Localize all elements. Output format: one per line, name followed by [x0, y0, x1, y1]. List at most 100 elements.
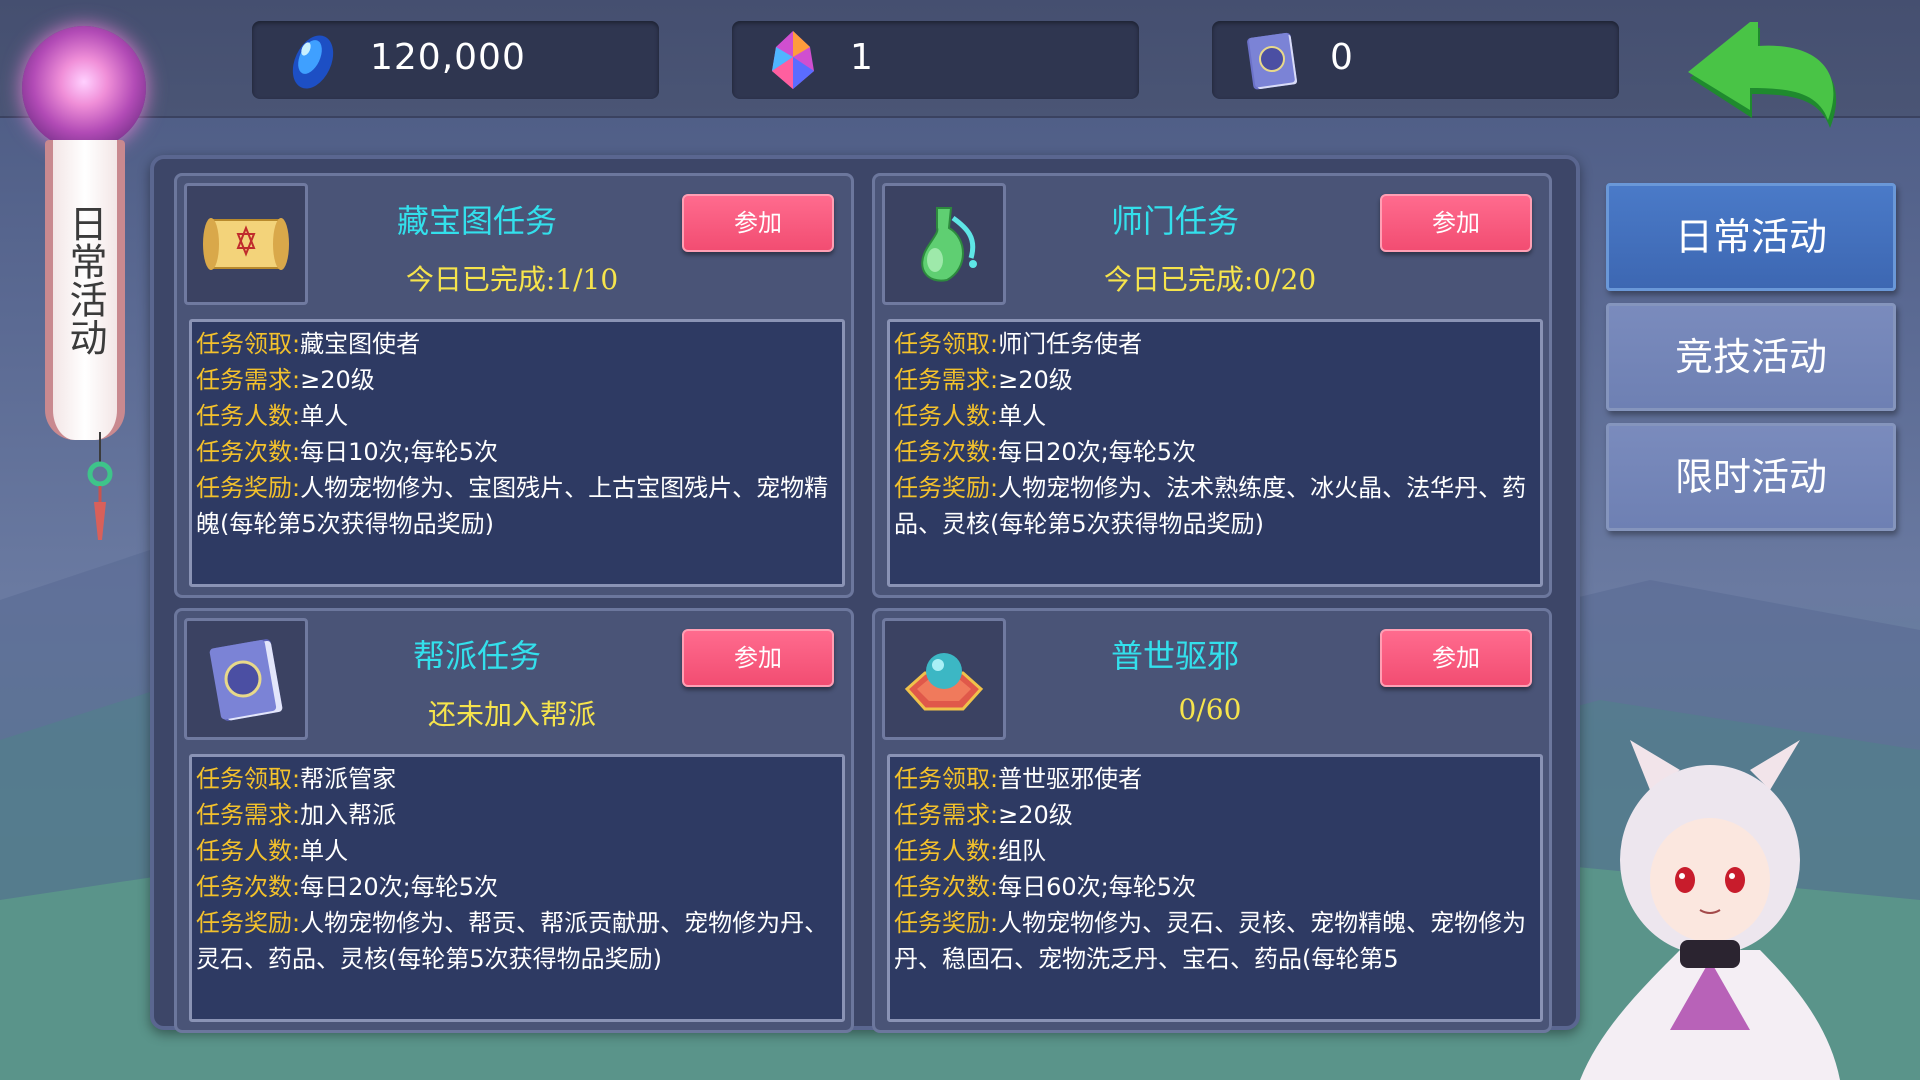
- join-button[interactable]: 参加: [682, 194, 834, 252]
- card-icon-frame: [184, 618, 308, 740]
- join-button[interactable]: 参加: [1380, 194, 1532, 252]
- resource-contribution-value: 0: [1330, 37, 1354, 78]
- tab-limited-time-activity[interactable]: 限时活动: [1606, 423, 1896, 531]
- info-receive: 任务领取:帮派管家: [196, 761, 838, 797]
- jade-pendant-icon: [87, 432, 113, 540]
- resource-gold-value: 120,000: [370, 37, 526, 78]
- info-value: 每日10次;每轮5次: [300, 438, 498, 466]
- activity-card-treasure-map: 藏宝图任务 今日已完成:1/10 参加 任务领取:藏宝图使者 任务需求:≥20级…: [174, 173, 854, 598]
- info-label: 任务次数:: [894, 438, 999, 466]
- card-title: 藏宝图任务: [396, 202, 557, 240]
- info-members: 任务人数:组队: [894, 833, 1536, 869]
- card-info-box: 任务领取:帮派管家 任务需求:加入帮派 任务人数:单人 任务次数:每日20次;每…: [189, 754, 845, 1022]
- info-value: 单人: [300, 402, 349, 430]
- info-label: 任务领取:: [894, 765, 999, 793]
- info-receive: 任务领取:藏宝图使者: [196, 326, 838, 362]
- info-requirement: 任务需求:≥20级: [894, 362, 1536, 398]
- tab-competitive-activity[interactable]: 竞技活动: [1606, 303, 1896, 411]
- blue-gem-icon: [292, 35, 334, 89]
- treasure-map-scroll-icon: [203, 218, 289, 270]
- info-label: 任务人数:: [196, 402, 301, 430]
- activity-card-exorcism: 普世驱邪 0/60 参加 任务领取:普世驱邪使者 任务需求:≥20级 任务人数:…: [872, 608, 1552, 1033]
- jade-vase-icon: [921, 207, 977, 282]
- card-info-box: 任务领取:普世驱邪使者 任务需求:≥20级 任务人数:组队 任务次数:每日60次…: [887, 754, 1543, 1022]
- info-requirement: 任务需求:≥20级: [196, 362, 838, 398]
- info-label: 任务人数:: [196, 837, 301, 865]
- back-arrow-button[interactable]: [1680, 18, 1860, 138]
- magic-orb-icon: [22, 26, 146, 150]
- info-value: 组队: [998, 837, 1047, 865]
- info-times: 任务次数:每日20次;每轮5次: [196, 869, 838, 905]
- info-reward: 任务奖励:人物宠物修为、法术熟练度、冰火晶、法华丹、药品、灵核(每轮第5次获得物…: [894, 470, 1536, 542]
- join-button[interactable]: 参加: [1380, 629, 1532, 687]
- info-label: 任务奖励:: [894, 474, 999, 502]
- info-label: 任务奖励:: [894, 909, 999, 937]
- card-progress: 今日已完成:1/10: [405, 263, 619, 296]
- contribution-book-icon: [209, 639, 283, 721]
- info-label: 任务次数:: [196, 438, 301, 466]
- info-requirement: 任务需求:加入帮派: [196, 797, 838, 833]
- info-times: 任务次数:每日20次;每轮5次: [894, 434, 1536, 470]
- resource-contribution-pill: 0: [1212, 21, 1619, 99]
- info-value: ≥20级: [998, 366, 1073, 394]
- info-label: 任务奖励:: [196, 909, 301, 937]
- card-progress: 0/60: [1178, 693, 1242, 726]
- info-value: 普世驱邪使者: [998, 765, 1143, 793]
- info-value: 每日20次;每轮5次: [300, 873, 498, 901]
- fox-girl-mascot: [1580, 740, 1840, 1080]
- info-label: 任务领取:: [894, 330, 999, 358]
- info-label: 任务需求:: [196, 366, 301, 394]
- info-members: 任务人数:单人: [894, 398, 1536, 434]
- info-times: 任务次数:每日10次;每轮5次: [196, 434, 838, 470]
- info-members: 任务人数:单人: [196, 833, 838, 869]
- side-banner-title: 日常活动: [63, 204, 107, 356]
- card-icon-frame: [882, 618, 1006, 740]
- info-value: 单人: [998, 402, 1047, 430]
- info-value: ≥20级: [300, 366, 375, 394]
- info-label: 任务需求:: [196, 801, 301, 829]
- card-icon-frame: [882, 183, 1006, 305]
- info-label: 任务奖励:: [196, 474, 301, 502]
- card-title: 普世驱邪: [1110, 637, 1239, 675]
- activity-card-sect: 师门任务 今日已完成:0/20 参加 任务领取:师门任务使者 任务需求:≥20级…: [872, 173, 1552, 598]
- info-times: 任务次数:每日60次;每轮5次: [894, 869, 1536, 905]
- join-button[interactable]: 参加: [682, 629, 834, 687]
- rainbow-crystal-icon: [772, 31, 814, 89]
- info-requirement: 任务需求:≥20级: [894, 797, 1536, 833]
- info-value: 帮派管家: [300, 765, 397, 793]
- info-value: 单人: [300, 837, 349, 865]
- info-label: 任务需求:: [894, 366, 999, 394]
- tab-daily-activity[interactable]: 日常活动: [1606, 183, 1896, 291]
- card-title: 师门任务: [1110, 202, 1239, 240]
- info-value: 师门任务使者: [998, 330, 1143, 358]
- info-value: 加入帮派: [300, 801, 397, 829]
- info-value: 每日60次;每轮5次: [998, 873, 1196, 901]
- info-label: 任务领取:: [196, 330, 301, 358]
- card-icon-frame: [184, 183, 308, 305]
- card-info-box: 任务领取:藏宝图使者 任务需求:≥20级 任务人数:单人 任务次数:每日10次;…: [189, 319, 845, 587]
- info-reward: 任务奖励:人物宠物修为、灵石、灵核、宠物精魄、宠物修为丹、稳固石、宠物洗乏丹、宝…: [894, 905, 1536, 977]
- side-category-banner: 日常活动: [20, 22, 150, 540]
- info-reward: 任务奖励:人物宠物修为、帮贡、帮派贡献册、宠物修为丹、灵石、药品、灵核(每轮第5…: [196, 905, 838, 977]
- activity-panel: 藏宝图任务 今日已完成:1/10 参加 任务领取:藏宝图使者 任务需求:≥20级…: [150, 155, 1580, 1033]
- resource-crystal-pill: 1: [732, 21, 1139, 99]
- info-value: 每日20次;每轮5次: [998, 438, 1196, 466]
- card-progress: 今日已完成:0/20: [1103, 263, 1317, 296]
- info-value: ≥20级: [998, 801, 1073, 829]
- info-value: 藏宝图使者: [300, 330, 421, 358]
- info-label: 任务领取:: [196, 765, 301, 793]
- card-progress: 还未加入帮派: [427, 698, 596, 731]
- resource-gold-pill: 120,000: [252, 21, 659, 99]
- orb-pedestal-icon: [904, 653, 984, 711]
- side-banner-scroll: 日常活动: [45, 140, 125, 440]
- info-label: 任务次数:: [894, 873, 999, 901]
- resource-crystal-value: 1: [850, 37, 874, 78]
- card-info-box: 任务领取:师门任务使者 任务需求:≥20级 任务人数:单人 任务次数:每日20次…: [887, 319, 1543, 587]
- info-members: 任务人数:单人: [196, 398, 838, 434]
- info-receive: 任务领取:普世驱邪使者: [894, 761, 1536, 797]
- info-reward: 任务奖励:人物宠物修为、宝图残片、上古宝图残片、宠物精魄(每轮第5次获得物品奖励…: [196, 470, 838, 542]
- info-receive: 任务领取:师门任务使者: [894, 326, 1536, 362]
- info-label: 任务人数:: [894, 837, 999, 865]
- activity-card-guild: 帮派任务 还未加入帮派 参加 任务领取:帮派管家 任务需求:加入帮派 任务人数:…: [174, 608, 854, 1033]
- contribution-book-icon: [1247, 32, 1298, 90]
